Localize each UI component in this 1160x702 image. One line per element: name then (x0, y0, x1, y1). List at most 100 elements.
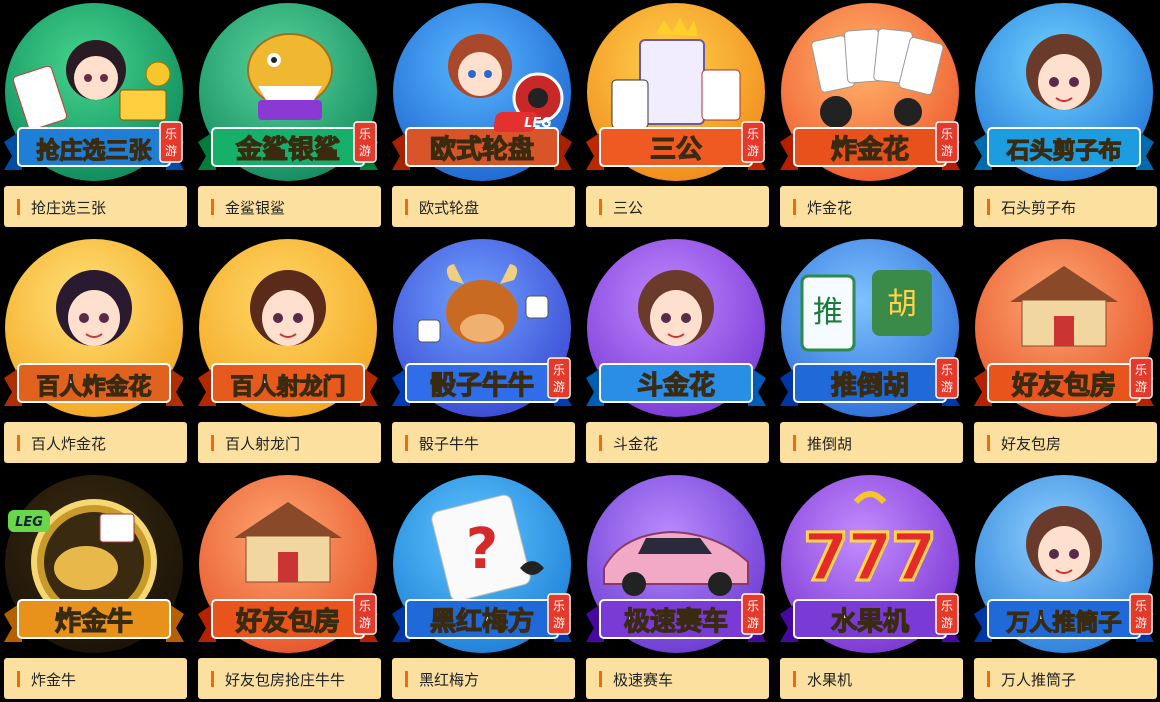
game-label-bar[interactable]: 万人推筒子 (974, 658, 1157, 699)
game-tile[interactable]: 骰子牛牛乐游骰子牛牛 (388, 236, 576, 466)
game-tile[interactable]: 炸金牛 LEG 炸金牛 (0, 472, 188, 702)
game-thumbnail[interactable]: 石头剪子布 (970, 0, 1158, 186)
game-title: 金鲨银鲨 (225, 200, 286, 217)
game-thumbnail[interactable]: 骰子牛牛乐游 (388, 236, 576, 422)
game-tile[interactable]: 金鲨银鲨乐游金鲨银鲨 (194, 0, 382, 230)
title-ribbon: 黑红梅方 (392, 599, 572, 642)
game-tile[interactable]: 极速赛车乐游极速赛车 (582, 472, 770, 702)
svg-text:乐: 乐 (941, 363, 953, 377)
game-label-bar[interactable]: 百人炸金花 (4, 422, 187, 463)
game-thumbnail[interactable]: 万人推筒子乐游 (970, 472, 1158, 658)
game-tile[interactable]: 斗金花 斗金花 (582, 236, 770, 466)
title-ribbon: 炸金花 (780, 127, 960, 170)
game-label-bar[interactable]: 抢庄选三张 (4, 186, 187, 227)
title-ribbon: 极速赛车 (586, 599, 766, 642)
game-thumbnail[interactable]: 斗金花 (582, 236, 770, 422)
banner-title: 抢庄选三张 (37, 137, 153, 164)
game-title: 骰子牛牛 (419, 436, 480, 453)
banner-title: 百人射龙门 (231, 373, 346, 400)
svg-text:推: 推 (813, 295, 843, 330)
svg-text:乐: 乐 (359, 127, 371, 141)
game-label-bar[interactable]: 黑红梅方 (392, 658, 575, 699)
game-label-bar[interactable]: 好友包房 (974, 422, 1157, 463)
game-tile[interactable]: 炸金花乐游炸金花 (776, 0, 964, 230)
svg-text:游: 游 (359, 616, 371, 630)
game-thumbnail[interactable]: 炸金花乐游 (776, 0, 964, 186)
svg-text:乐: 乐 (747, 127, 759, 141)
game-tile[interactable]: 好友包房乐游好友包房抢庄牛牛 (194, 472, 382, 702)
title-ribbon: 三公 (586, 127, 766, 170)
label-accent-mark (405, 435, 408, 451)
label-accent-mark (405, 671, 408, 687)
game-thumbnail[interactable]: 三公 乐游 (582, 0, 770, 186)
provider-badge: 乐游 (935, 593, 959, 635)
game-label-bar[interactable]: 欧式轮盘 (392, 186, 575, 227)
banner-title: 金鲨银鲨 (235, 134, 340, 165)
svg-text:游: 游 (941, 380, 953, 394)
game-thumbnail[interactable]: 百人射龙门 (194, 236, 382, 422)
game-thumbnail[interactable]: ? 黑红梅方乐游 (388, 472, 576, 658)
svg-text:7: 7 (803, 519, 849, 596)
game-label-bar[interactable]: 推倒胡 (780, 422, 963, 463)
game-label-bar[interactable]: 骰子牛牛 (392, 422, 575, 463)
game-title: 抢庄选三张 (31, 200, 107, 217)
svg-text:乐: 乐 (1135, 599, 1147, 613)
game-thumbnail[interactable]: 7 7 7 水果机乐游 (776, 472, 964, 658)
banner-title: 炸金花 (831, 134, 909, 165)
game-thumbnail[interactable]: 百人炸金花 (0, 236, 188, 422)
game-title: 万人推筒子 (1001, 672, 1077, 689)
svg-text:乐: 乐 (941, 599, 953, 613)
game-thumbnail[interactable]: 金鲨银鲨乐游 (194, 0, 382, 186)
game-title: 好友包房 (1001, 436, 1062, 453)
game-tile[interactable]: 欧式轮盘 LEG 欧式轮盘 (388, 0, 576, 230)
svg-text:游: 游 (1135, 616, 1147, 630)
game-grid: 抢庄选三张乐游抢庄选三张 金鲨银鲨乐游金鲨银鲨 欧式轮盘 LEG 欧式轮盘 三公乐游三公炸… (0, 0, 1160, 702)
svg-text:乐: 乐 (747, 599, 759, 613)
game-tile[interactable]: 三公乐游三公 (582, 0, 770, 230)
svg-text:乐: 乐 (553, 599, 565, 613)
label-accent-mark (211, 435, 214, 451)
label-accent-mark (211, 199, 214, 215)
game-title: 三公 (613, 200, 644, 217)
game-thumbnail[interactable]: 好友包房乐游 (194, 472, 382, 658)
title-ribbon: 推倒胡 (780, 363, 960, 406)
game-tile[interactable]: 百人炸金花 百人炸金花 (0, 236, 188, 466)
shark-icon (247, 33, 333, 120)
game-label-bar[interactable]: 炸金牛 (4, 658, 187, 699)
game-thumbnail[interactable]: 推胡推倒胡乐游 (776, 236, 964, 422)
game-tile[interactable]: 石头剪子布 石头剪子布 (970, 0, 1158, 230)
game-label-bar[interactable]: 炸金花 (780, 186, 963, 227)
game-label-bar[interactable]: 金鲨银鲨 (198, 186, 381, 227)
character-icon (1026, 34, 1102, 110)
game-tile[interactable]: ? 黑红梅方乐游黑红梅方 (388, 472, 576, 702)
provider-badge: 乐游 (1129, 357, 1153, 399)
provider-badge: 乐游 (159, 121, 183, 163)
label-accent-mark (987, 435, 990, 451)
banner-title: 黑红梅方 (430, 606, 534, 637)
game-tile[interactable]: 好友包房乐游好友包房 (970, 236, 1158, 466)
game-label-bar[interactable]: 好友包房抢庄牛牛 (198, 658, 381, 699)
title-ribbon: 金鲨银鲨 (198, 127, 378, 170)
game-thumbnail[interactable]: 极速赛车乐游 (582, 472, 770, 658)
game-tile[interactable]: 抢庄选三张乐游抢庄选三张 (0, 0, 188, 230)
game-label-bar[interactable]: 极速赛车 (586, 658, 769, 699)
title-ribbon: 万人推筒子 (974, 599, 1154, 642)
game-tile[interactable]: 万人推筒子乐游万人推筒子 (970, 472, 1158, 702)
game-label-bar[interactable]: 斗金花 (586, 422, 769, 463)
banner-title: 推倒胡 (831, 371, 909, 401)
game-label-bar[interactable]: 百人射龙门 (198, 422, 381, 463)
game-label-bar[interactable]: 三公 (586, 186, 769, 227)
game-tile[interactable]: 7 7 7 水果机乐游水果机 (776, 472, 964, 702)
game-thumbnail[interactable]: 好友包房乐游 (970, 236, 1158, 422)
label-accent-mark (793, 435, 796, 451)
game-label-bar[interactable]: 水果机 (780, 658, 963, 699)
game-tile[interactable]: 推胡推倒胡乐游推倒胡 (776, 236, 964, 466)
game-thumbnail[interactable]: 炸金牛 LEG (0, 472, 188, 658)
provider-badge: 乐游 (1129, 593, 1153, 635)
game-label-bar[interactable]: 石头剪子布 (974, 186, 1157, 227)
game-thumbnail[interactable]: 欧式轮盘 LEG (388, 0, 576, 186)
game-tile[interactable]: 百人射龙门 百人射龙门 (194, 236, 382, 466)
game-thumbnail[interactable]: 抢庄选三张乐游 (0, 0, 188, 186)
provider-badge: 乐游 (353, 121, 377, 163)
banner-title: 好友包房 (235, 606, 340, 637)
